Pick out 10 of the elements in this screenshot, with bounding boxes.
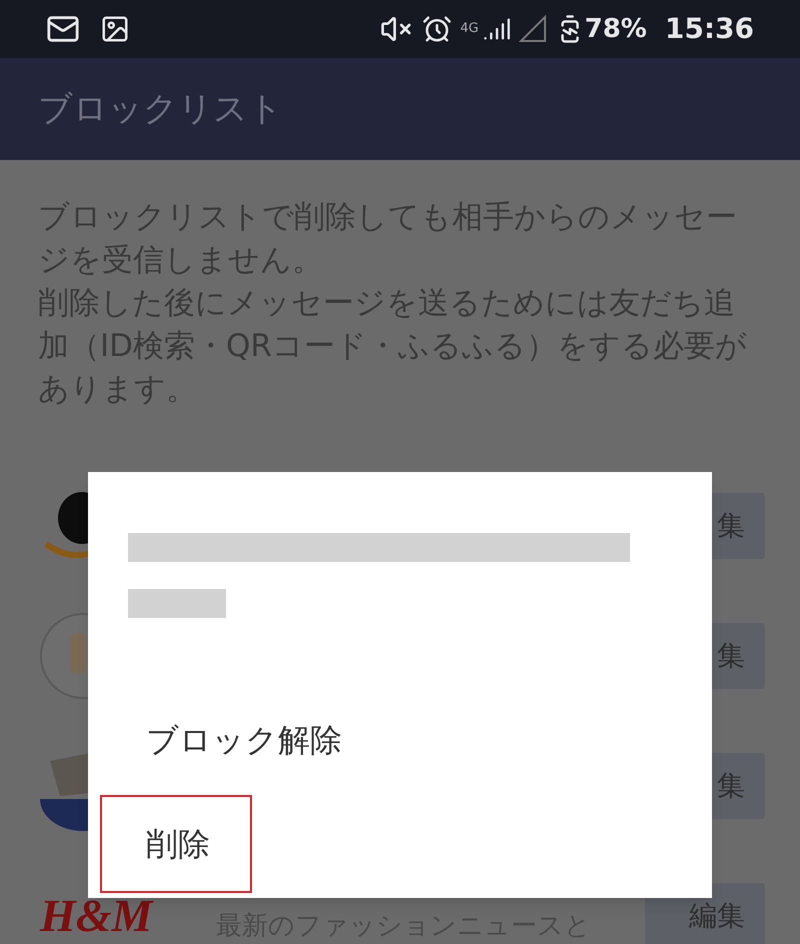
menu-option[interactable]: 削除: [100, 795, 252, 893]
battery-percent: 78%: [584, 12, 647, 46]
alarm-icon: [422, 14, 452, 44]
clock: 15:36: [664, 11, 754, 47]
network-label: 4G: [460, 20, 479, 38]
logo-text: H&M: [40, 893, 152, 939]
image-icon: [100, 14, 130, 44]
header-title: ブロックリスト: [38, 88, 283, 130]
signal-empty-icon: [518, 15, 547, 43]
menu-option[interactable]: ブロック解除: [100, 691, 384, 789]
